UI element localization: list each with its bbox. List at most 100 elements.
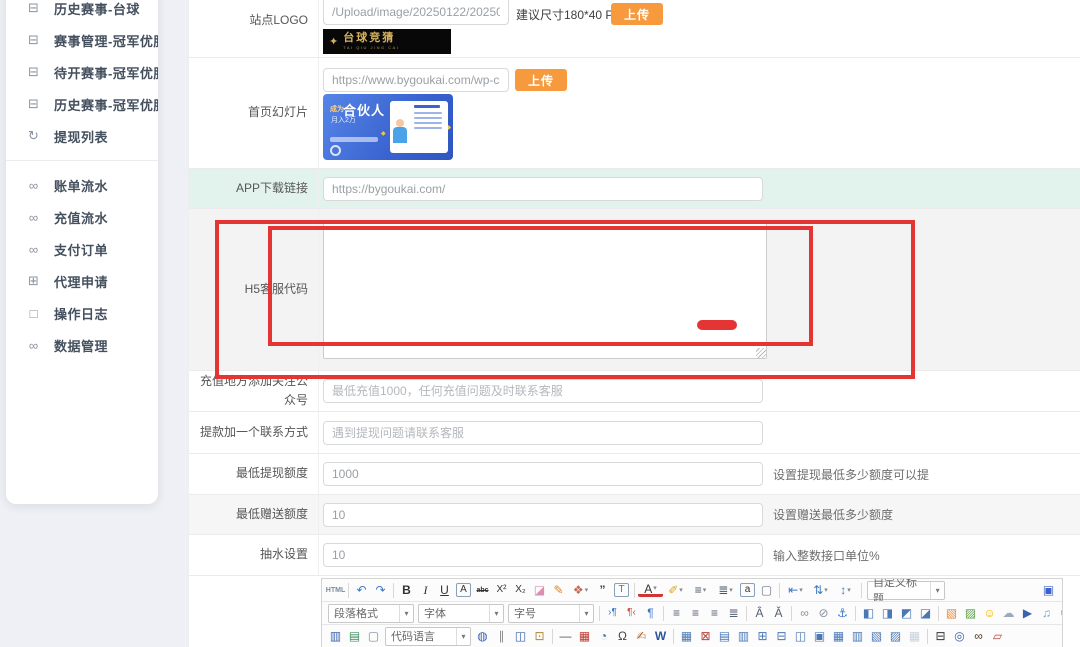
align-justify-icon[interactable]: ≣	[724, 604, 743, 622]
image-align-right-icon[interactable]: ◩	[897, 604, 916, 622]
paragraph-icon[interactable]: ¶	[641, 604, 660, 622]
italic-icon[interactable]: I	[416, 581, 435, 599]
html-source-icon[interactable]: HTML	[326, 581, 345, 599]
slider-url-input[interactable]	[323, 68, 509, 92]
superscript-icon[interactable]: X²	[492, 581, 511, 599]
insert-time-icon[interactable]: ◔	[594, 627, 613, 645]
line-height-icon[interactable]: ↕▾	[833, 581, 858, 599]
letter-case-down-icon[interactable]: Ǎ	[769, 604, 788, 622]
unordered-list-icon[interactable]: ≣▾	[713, 581, 738, 599]
sidebar-item-agent-apply[interactable]: ⊞代理申请	[6, 265, 158, 297]
anchor-icon[interactable]: ⚓	[833, 604, 852, 622]
strikethrough-icon[interactable]: abc	[473, 581, 492, 599]
sidebar-item-upcoming-champion[interactable]: ⊟待开赛事-冠军优胜猜	[6, 56, 158, 88]
delete-col-icon[interactable]: ▥	[848, 627, 867, 645]
sidebar-item-operation-log[interactable]: □操作日志	[6, 297, 158, 329]
insert-embed-icon[interactable]: ◍	[473, 627, 492, 645]
indent-icon[interactable]: ⇤▾	[783, 581, 808, 599]
font-border-icon[interactable]: A	[456, 583, 471, 597]
blockquote-icon[interactable]: ”	[593, 581, 612, 599]
insert-date-icon[interactable]: ▦	[575, 627, 594, 645]
delete-row-icon[interactable]: ▦	[829, 627, 848, 645]
sidebar-item-match-manage-champion[interactable]: ⊟赛事管理-冠军优胜猜	[6, 24, 158, 56]
insert-map-icon[interactable]: ☁	[999, 604, 1018, 622]
app-link-input[interactable]	[323, 177, 763, 201]
rake-input[interactable]	[323, 543, 763, 567]
recharge-note-input[interactable]	[323, 379, 763, 403]
align-left-icon[interactable]: ≡	[667, 604, 686, 622]
find-icon[interactable]: ∞	[969, 627, 988, 645]
cell-properties-icon[interactable]: ▥	[734, 627, 753, 645]
sidebar-item-history-billiards[interactable]: ⊟历史赛事-台球	[6, 0, 158, 24]
preview-icon[interactable]: ◎	[950, 627, 969, 645]
insert-image-icon[interactable]: ▧	[942, 604, 961, 622]
table-properties-icon[interactable]: ▤	[715, 627, 734, 645]
remove-format-icon[interactable]: ◪	[530, 581, 549, 599]
insert-music-icon[interactable]: ♫	[1037, 604, 1056, 622]
align-center-icon[interactable]: ≡	[686, 604, 705, 622]
withdraw-contact-input[interactable]	[323, 421, 763, 445]
insert-table-icon[interactable]: ▦	[677, 627, 696, 645]
delete-table-icon[interactable]: ⊠	[696, 627, 715, 645]
code-language-select[interactable]: 代码语言▾	[385, 627, 471, 646]
attachment-icon[interactable]: ✇	[1056, 604, 1062, 622]
highlight-color-icon[interactable]: ✐▾	[663, 581, 688, 599]
format-brush-icon[interactable]: ✎	[549, 581, 568, 599]
insert-iframe-icon[interactable]: ◫	[511, 627, 530, 645]
insert-template-icon[interactable]: ⊡	[530, 627, 549, 645]
insert-col-right-icon[interactable]: ▣	[810, 627, 829, 645]
redo-icon[interactable]: ↷	[371, 581, 390, 599]
lowercase-icon[interactable]: a	[740, 583, 755, 597]
undo-icon[interactable]: ↶	[352, 581, 371, 599]
sidebar-item-withdraw-list[interactable]: ↻提现列表	[6, 120, 158, 152]
insert-video-icon[interactable]: ▶	[1018, 604, 1037, 622]
horizontal-rule-icon[interactable]: —	[556, 627, 575, 645]
unlink-icon[interactable]: ⊘	[814, 604, 833, 622]
edit-node-icon[interactable]: ✍	[632, 627, 651, 645]
sidebar-item-payment-orders[interactable]: ∞支付订单	[6, 233, 158, 265]
insert-doc-icon[interactable]: ▢	[364, 627, 383, 645]
page-break-icon[interactable]: ∥	[492, 627, 511, 645]
sidebar-item-history-champion[interactable]: ⊟历史赛事-冠军优胜猜	[6, 88, 158, 120]
underline-icon[interactable]: U	[435, 581, 454, 599]
special-char-icon[interactable]: Ω	[613, 627, 632, 645]
insert-album-icon[interactable]: ▤	[345, 627, 364, 645]
paint-color-icon[interactable]: ❖▾	[568, 581, 593, 599]
split-cells-icon[interactable]: ▨	[886, 627, 905, 645]
table-disabled-icon[interactable]: ▦	[905, 627, 924, 645]
site-logo-path-input[interactable]	[323, 0, 509, 25]
replace-icon[interactable]: ▱	[988, 627, 1007, 645]
left-to-right-icon[interactable]: ›¶	[603, 604, 622, 622]
ordered-list-icon[interactable]: ≡▾	[688, 581, 713, 599]
min-gift-input[interactable]	[323, 503, 763, 527]
font-family-select[interactable]: 字体▾	[418, 604, 504, 623]
new-page-icon[interactable]: ▢	[757, 581, 776, 599]
site-logo-upload-button[interactable]: 上传	[611, 3, 663, 25]
sidebar-item-recharge-flow[interactable]: ∞充值流水	[6, 201, 158, 233]
right-to-left-icon[interactable]: ¶‹	[622, 604, 641, 622]
sidebar-item-data-manage[interactable]: ∞数据管理	[6, 329, 158, 361]
fullscreen-icon[interactable]: ▣	[1039, 581, 1058, 599]
subscript-icon[interactable]: X₂	[511, 581, 530, 599]
min-withdraw-input[interactable]	[323, 462, 763, 486]
link-icon[interactable]: ∞	[795, 604, 814, 622]
merge-cells-icon[interactable]: ▧	[867, 627, 886, 645]
bold-icon[interactable]: B	[397, 581, 416, 599]
insert-row-below-icon[interactable]: ⊟	[772, 627, 791, 645]
word-import-icon[interactable]: W	[651, 627, 670, 645]
align-right-icon[interactable]: ≡	[705, 604, 724, 622]
insert-row-above-icon[interactable]: ⊞	[753, 627, 772, 645]
image-align-left-top-icon[interactable]: ◧	[859, 604, 878, 622]
print-icon[interactable]: ⊟	[931, 627, 950, 645]
custom-title-select[interactable]: 自定义标题▾	[867, 581, 945, 600]
sidebar-item-bill-flow[interactable]: ∞账单流水	[6, 169, 158, 201]
emoticon-icon[interactable]: ☺	[980, 604, 999, 622]
font-size-select[interactable]: 字号▾	[508, 604, 594, 623]
insert-gallery-icon[interactable]: ▨	[961, 604, 980, 622]
slider-upload-button[interactable]: 上传	[515, 69, 567, 91]
vertical-align-icon[interactable]: ⇅▾	[808, 581, 833, 599]
letter-case-up-icon[interactable]: Â	[750, 604, 769, 622]
font-color-icon[interactable]: A▾	[638, 583, 663, 597]
image-align-bottom-icon[interactable]: ◪	[916, 604, 935, 622]
image-align-left-icon[interactable]: ◨	[878, 604, 897, 622]
